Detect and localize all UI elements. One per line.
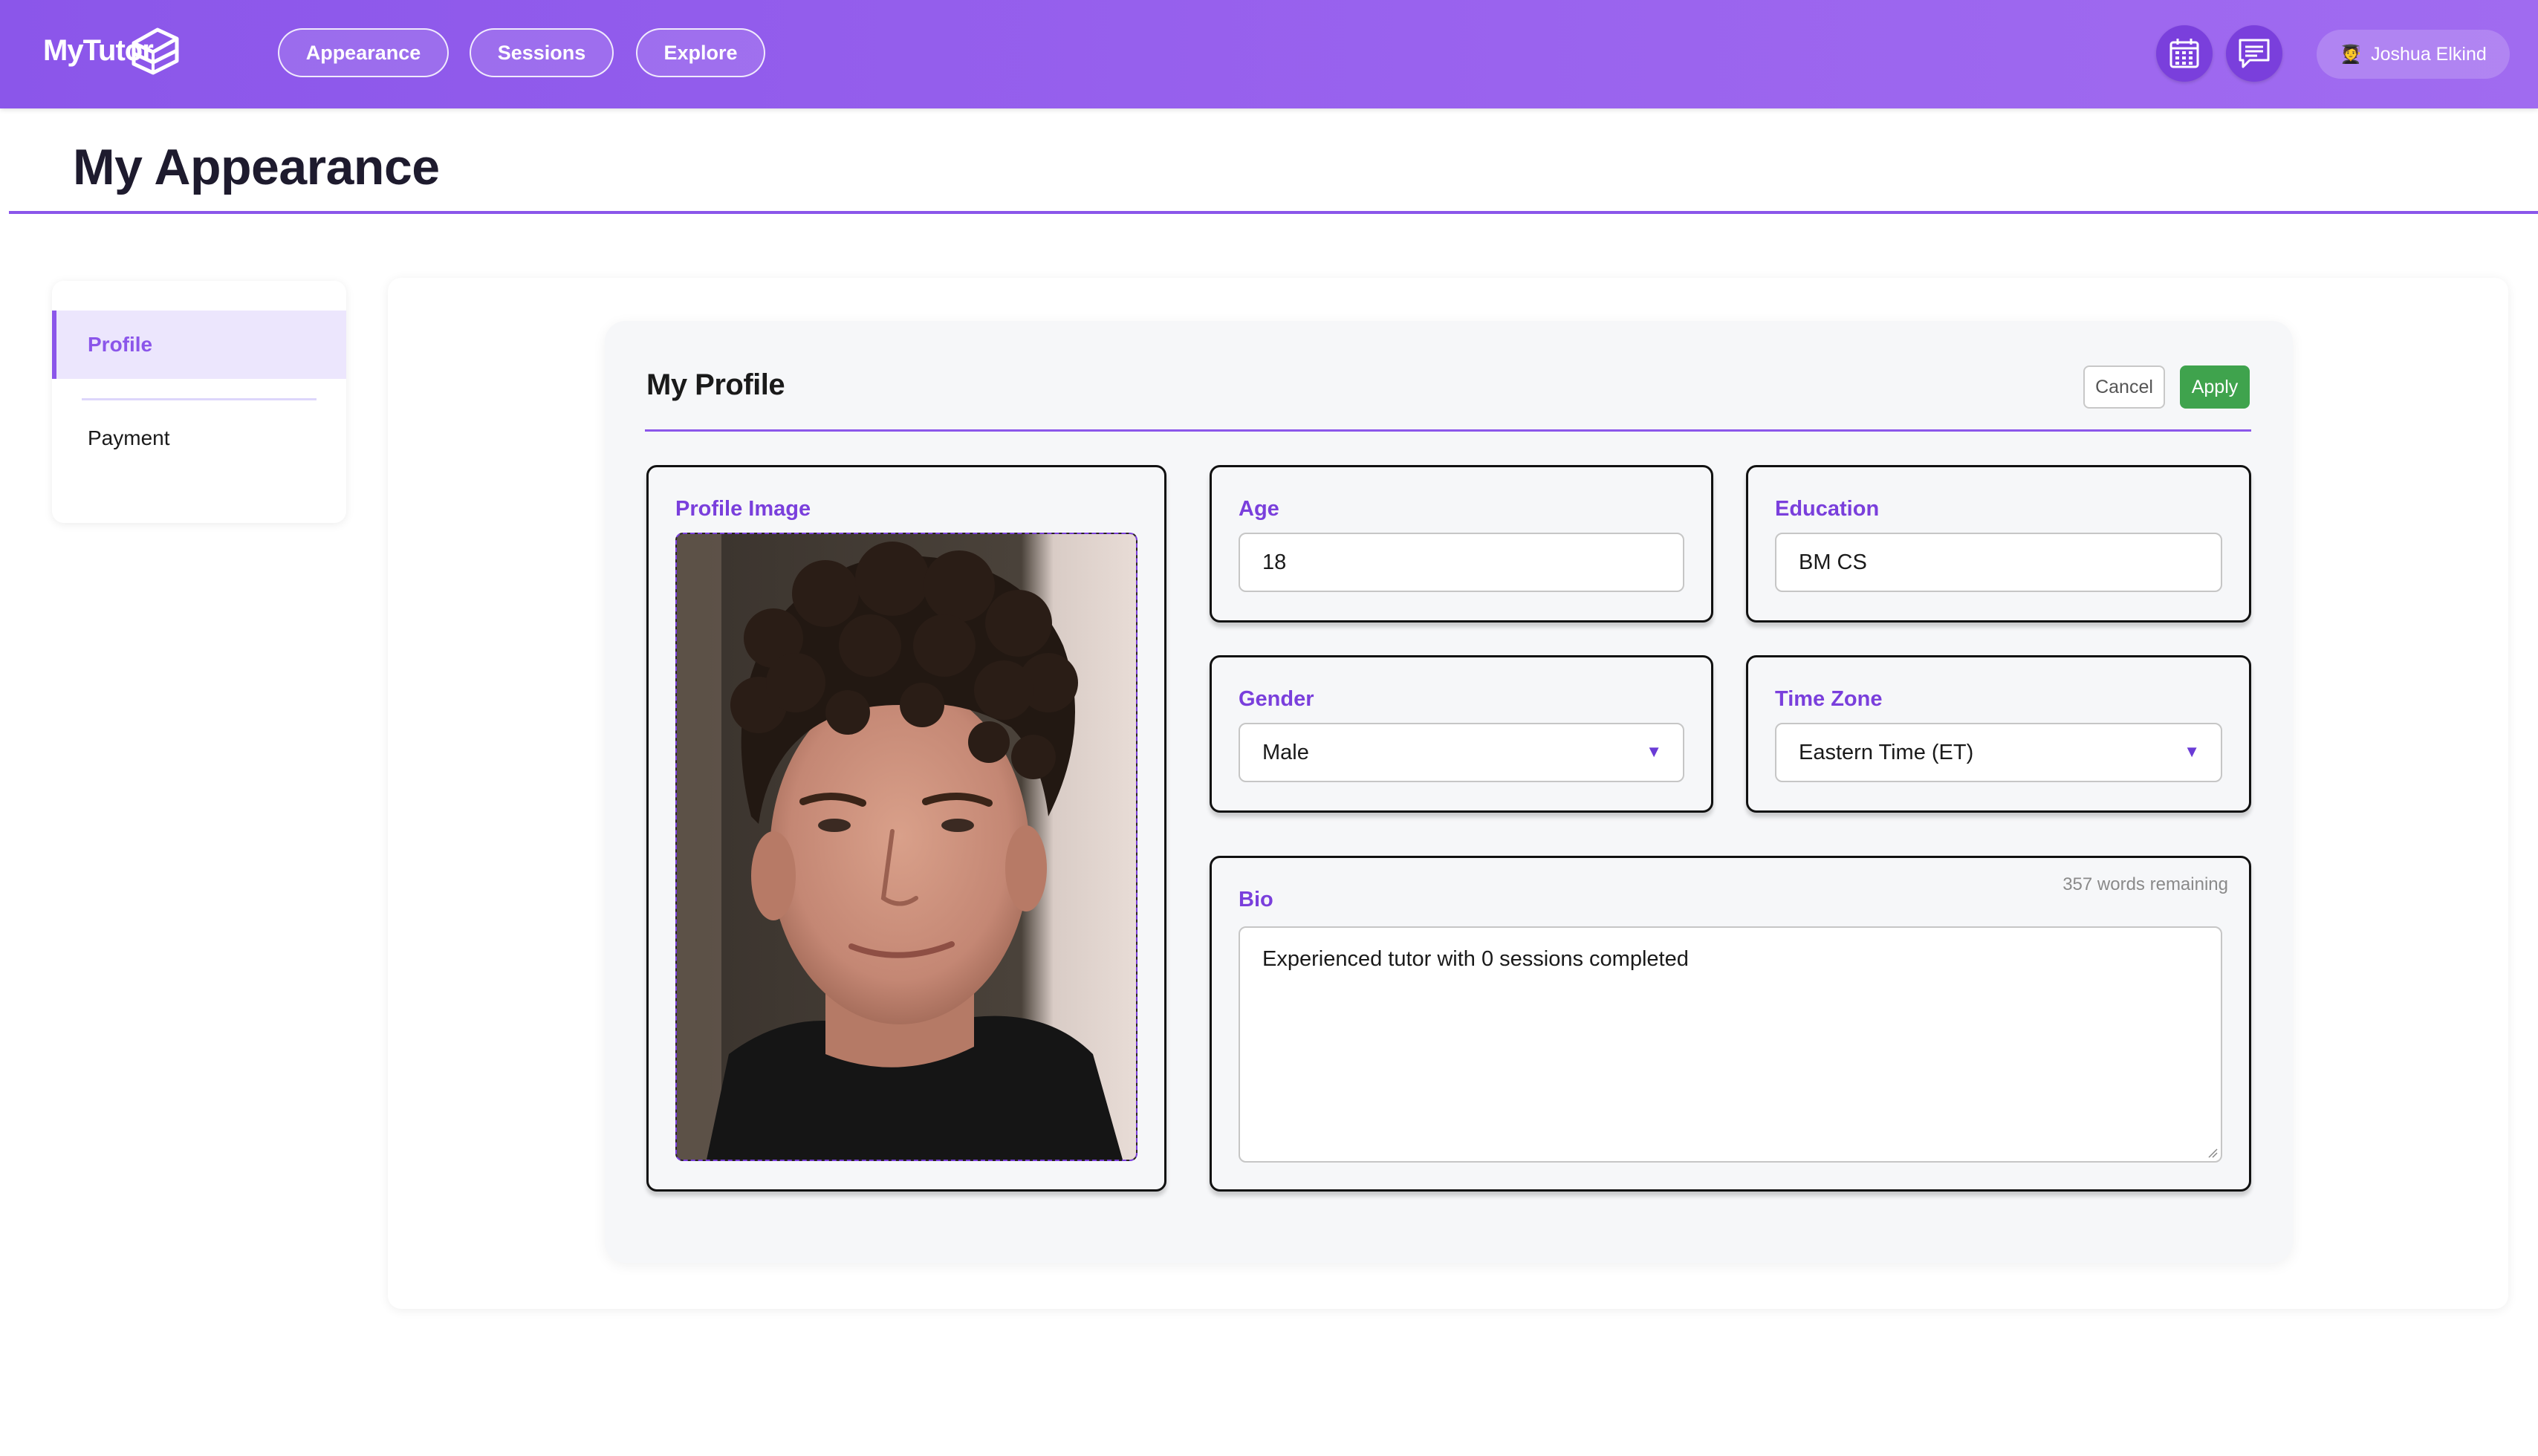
nav-appearance[interactable]: Appearance (278, 28, 449, 77)
sidebar-item-profile[interactable]: Profile (52, 311, 346, 379)
profile-photo (677, 534, 1136, 1160)
gender-card: Gender Male ▼ (1210, 655, 1713, 813)
age-card: Age 18 (1210, 465, 1713, 623)
chat-icon (2239, 39, 2270, 68)
gender-label: Gender (1239, 687, 1314, 711)
education-input[interactable]: BM CS (1775, 533, 2222, 592)
bio-card: Bio 357 words remaining Experienced tuto… (1210, 856, 2251, 1192)
profile-image-label: Profile Image (675, 497, 811, 521)
nav-explore[interactable]: Explore (636, 28, 765, 77)
education-label: Education (1775, 497, 1880, 521)
apply-button[interactable]: Apply (2180, 365, 2250, 409)
profile-card-title: My Profile (646, 368, 785, 401)
cancel-button[interactable]: Cancel (2083, 365, 2165, 409)
settings-sidebar: Profile Payment (52, 281, 346, 523)
chat-button[interactable] (2226, 25, 2282, 82)
education-card: Education BM CS (1746, 465, 2251, 623)
timezone-card: Time Zone Eastern Time (ET) ▼ (1746, 655, 2251, 813)
calendar-icon (2169, 39, 2199, 68)
age-label: Age (1239, 497, 1279, 521)
brand-logo[interactable]: MyTutor (43, 24, 179, 77)
title-divider (9, 211, 2538, 214)
books-logo-icon (132, 27, 179, 75)
age-input[interactable]: 18 (1239, 533, 1684, 592)
profile-image-upload[interactable] (675, 533, 1137, 1161)
bio-word-counter: 357 words remaining (2062, 874, 2228, 894)
bio-textarea[interactable]: Experienced tutor with 0 sessions comple… (1239, 926, 2222, 1163)
sidebar-item-payment[interactable]: Payment (88, 426, 170, 450)
timezone-value: Eastern Time (ET) (1799, 740, 1974, 764)
user-avatar-icon: 🧑‍🎓 (2340, 44, 2363, 65)
chevron-down-icon: ▼ (2184, 742, 2200, 761)
profile-card-divider (645, 429, 2251, 432)
user-name: Joshua Elkind (2371, 43, 2487, 65)
bio-label: Bio (1239, 888, 1273, 911)
chevron-down-icon: ▼ (1646, 742, 1662, 761)
calendar-button[interactable] (2156, 25, 2213, 82)
timezone-label: Time Zone (1775, 687, 1883, 711)
user-menu-button[interactable]: 🧑‍🎓 Joshua Elkind (2317, 30, 2510, 79)
page-title: My Appearance (73, 139, 440, 195)
nav-sessions[interactable]: Sessions (470, 28, 614, 77)
top-nav-bar: MyTutor Appearance Sessions Explore (0, 0, 2538, 108)
gender-select[interactable]: Male ▼ (1239, 723, 1684, 782)
sidebar-divider (82, 398, 317, 400)
profile-image-card: Profile Image (646, 465, 1166, 1192)
bio-text: Experienced tutor with 0 sessions comple… (1262, 947, 1689, 971)
timezone-select[interactable]: Eastern Time (ET) ▼ (1775, 723, 2222, 782)
resize-grip-icon[interactable] (2206, 1146, 2218, 1158)
gender-value: Male (1262, 740, 1309, 764)
